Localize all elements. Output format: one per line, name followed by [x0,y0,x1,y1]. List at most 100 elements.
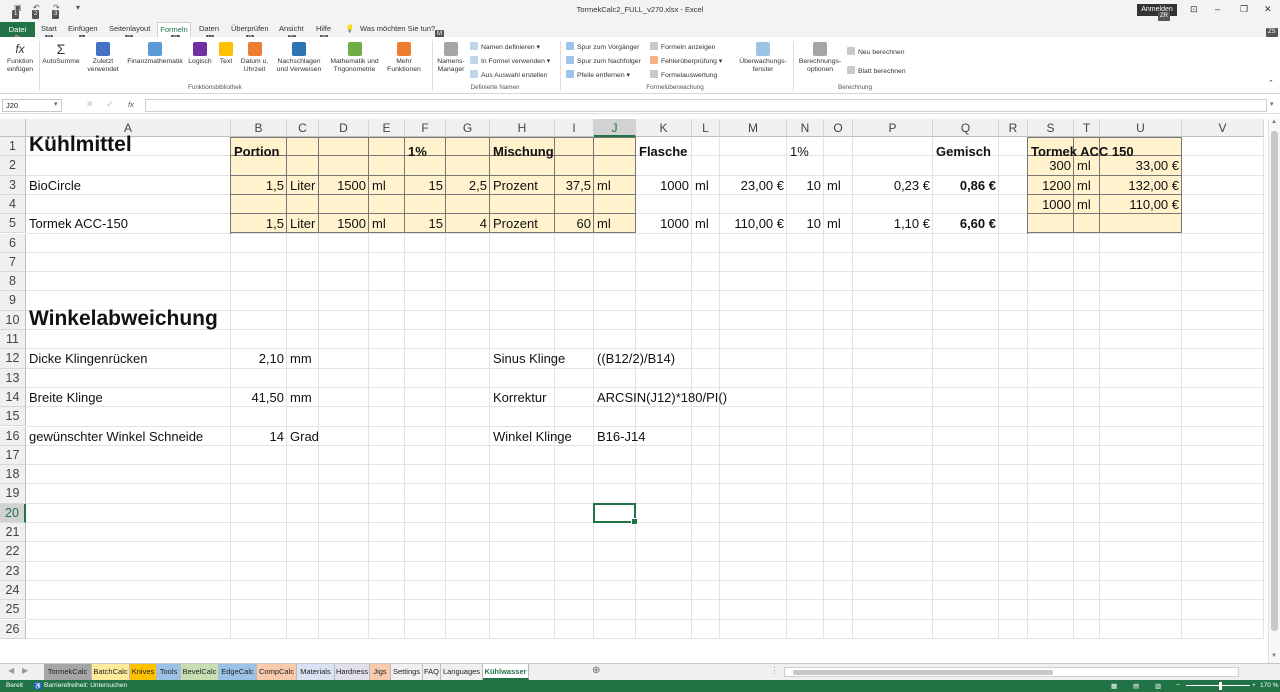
cell-a16[interactable]: gewünschter Winkel Schneide [29,427,203,446]
calc-options-button[interactable]: Berechnungs- optionen [797,42,843,74]
enter-icon[interactable]: ✓ [106,99,114,110]
column-header[interactable]: N [787,119,824,137]
insert-function-icon[interactable]: fx [128,100,134,109]
row-header[interactable]: 22 [0,542,26,562]
cell-d5[interactable]: 1500 [319,214,366,233]
active-cell-cursor[interactable] [593,502,638,526]
cell-j14[interactable]: ARCSIN(J12)*180/PI() [597,388,727,407]
cell-t2[interactable]: ml [1077,156,1091,175]
sheet-tab[interactable]: Settings [391,664,423,680]
row-header[interactable]: 25 [0,600,26,620]
tab-ueberpruefen[interactable]: Überprüfen [231,24,269,33]
row-header[interactable]: 19 [0,484,26,504]
column-header[interactable]: V [1182,119,1264,137]
cell-g5[interactable]: 4 [446,214,487,233]
column-header[interactable]: K [636,119,692,137]
financial-button[interactable]: Finanzmathematik [126,42,184,66]
close-icon[interactable]: ✕ [1264,4,1272,15]
use-in-formula-button[interactable]: In Formel verwenden ▾ [470,56,550,66]
scroll-down-icon[interactable]: ▼ [1271,653,1277,659]
sheet-tab[interactable]: FAQ [423,664,441,680]
remove-arrows-button[interactable]: Pfeile entfernen ▾ [566,70,630,80]
maximize-icon[interactable]: ❐ [1240,4,1248,15]
cell-h1[interactable]: Mischung [493,142,554,161]
zoom-out-icon[interactable]: − [1176,682,1180,689]
cell-n3[interactable]: 10 [787,176,821,195]
add-sheet-icon[interactable]: ⊕ [592,665,600,676]
cell-s2[interactable]: 300 [1028,156,1071,175]
tab-hilfe[interactable]: Hilfe [316,24,331,33]
cell-h14[interactable]: Korrektur [493,388,546,407]
cell-q5[interactable]: 6,60 € [933,214,996,233]
formula-input[interactable] [145,99,1267,112]
error-checking-button[interactable]: Fehlerüberprüfung ▾ [650,56,722,66]
row-header[interactable]: 5 [0,214,26,234]
row-header[interactable]: 1 [0,137,26,157]
cell-o5[interactable]: ml [827,214,841,233]
column-header[interactable]: T [1074,119,1100,137]
sheet-tab[interactable]: Tools [157,664,181,680]
name-box[interactable]: J20 [2,99,62,112]
cell-h12[interactable]: Sinus Klinge [493,349,565,368]
cell-a12[interactable]: Dicke Klingenrücken [29,349,148,368]
tab-daten[interactable]: Daten [199,24,219,33]
sheet-tab[interactable]: Knives [130,664,157,680]
sheet-tab[interactable]: CompCalc [257,664,297,680]
column-header[interactable]: F [405,119,446,137]
column-header[interactable]: Q [933,119,999,137]
tab-einfuegen[interactable]: Einfügen [68,24,98,33]
vertical-scroll-thumb[interactable] [1271,131,1278,631]
signin-button[interactable]: Anmelden [1137,4,1177,16]
cell-b12[interactable]: 2,10 [231,349,284,368]
row-header[interactable]: 8 [0,272,26,292]
cell-b14[interactable]: 41,50 [231,388,284,407]
row-header[interactable]: 15 [0,407,26,427]
tab-start[interactable]: Start [41,24,57,33]
vertical-scrollbar[interactable]: ▲ ▼ [1268,119,1280,663]
cell-a14[interactable]: Breite Klinge [29,388,103,407]
row-header[interactable]: 13 [0,368,26,388]
column-header[interactable]: S [1028,119,1074,137]
cell-k1[interactable]: Flasche [639,142,687,161]
cell-m5[interactable]: 110,00 € [720,214,784,233]
row-header[interactable]: 20 [0,503,26,523]
recently-used-button[interactable]: Zuletzt verwendet [83,42,123,74]
cell-q1[interactable]: Gemisch [936,142,991,161]
cell-o3[interactable]: ml [827,176,841,195]
cell-q3[interactable]: 0,86 € [933,176,996,195]
cell-c16[interactable]: Grad [290,427,319,446]
calculate-sheet-button[interactable]: Blatt berechnen [847,66,906,76]
cell-a5[interactable]: Tormek ACC-150 [29,214,128,233]
name-manager-button[interactable]: Namens- Manager [435,42,467,74]
lookup-button[interactable]: Nachschlagen und Verweisen [273,42,325,74]
date-time-button[interactable]: Datum u. Uhrzeit [238,42,271,74]
tab-split-icon[interactable]: ⋮ [770,665,779,676]
cell-k5[interactable]: 1000 [636,214,689,233]
show-formulas-button[interactable]: Formeln anzeigen [650,42,715,52]
column-header[interactable]: E [369,119,405,137]
column-header[interactable]: D [319,119,369,137]
expand-formula-icon[interactable]: ▾ [1270,100,1274,108]
cell-j3[interactable]: ml [597,176,611,195]
page-layout-icon[interactable]: ▤ [1133,682,1139,690]
calculate-now-button[interactable]: Neu berechnen [847,47,904,57]
cell-i5[interactable]: 60 [555,214,591,233]
cell-p5[interactable]: 1,10 € [853,214,930,233]
cell-t4[interactable]: ml [1077,195,1091,214]
zoom-slider-thumb[interactable] [1219,682,1222,690]
evaluate-formula-button[interactable]: Formelauswertung [650,70,717,80]
cell-h16[interactable]: Winkel Klinge [493,427,572,446]
cell-u4[interactable]: 110,00 € [1100,195,1179,214]
cell-p3[interactable]: 0,23 € [853,176,930,195]
cell-s3[interactable]: 1200 [1028,176,1071,195]
row-header[interactable]: 2 [0,156,26,176]
cell-c3[interactable]: Liter [290,176,315,195]
trace-dependents-button[interactable]: Spur zum Nachfolger [566,56,641,66]
cell-f1[interactable]: 1% [408,142,427,161]
row-header[interactable]: 17 [0,445,26,466]
sheet-tab[interactable]: Hardness [335,664,370,680]
cell-e3[interactable]: ml [372,176,386,195]
cell-i3[interactable]: 37,5 [555,176,591,195]
cell-e5[interactable]: ml [372,214,386,233]
minimize-icon[interactable]: – [1215,4,1220,14]
